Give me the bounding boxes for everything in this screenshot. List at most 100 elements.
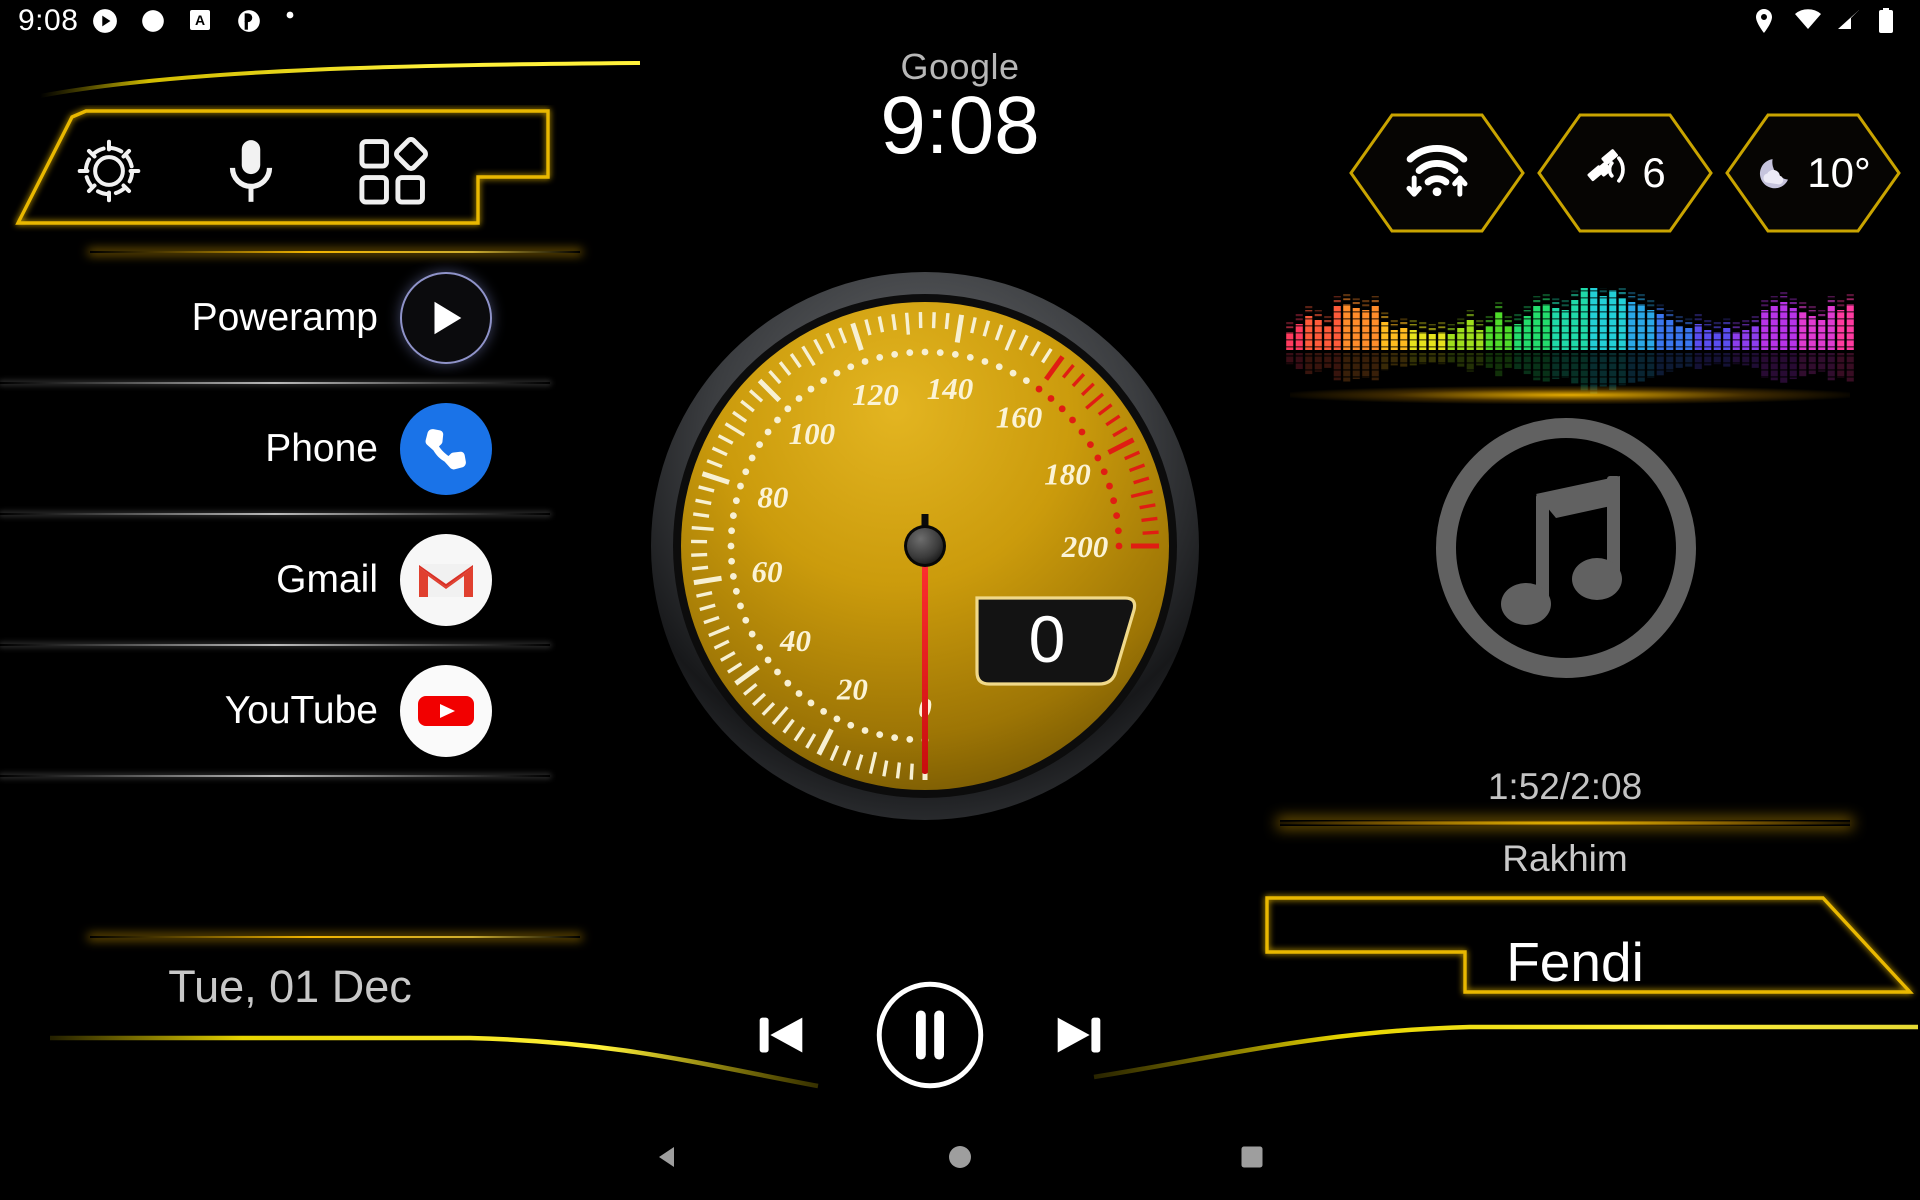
visualizer-bar [1343, 304, 1351, 350]
visualizer-bar-reflection [1628, 353, 1636, 383]
visualizer-bar [1846, 304, 1854, 350]
wifi-data-icon [1406, 144, 1468, 197]
gauge-tick-label: 100 [789, 416, 836, 451]
visualizer-peak [1799, 302, 1807, 305]
clock-time: 9:08 [880, 80, 1040, 171]
visualizer-bar [1466, 320, 1474, 350]
back-button[interactable] [648, 1137, 688, 1177]
list-item-gmail[interactable]: Gmail [0, 516, 580, 643]
visualizer-bar [1428, 334, 1436, 350]
visualizer-peak [1685, 322, 1693, 325]
visualizer-peak [1362, 300, 1370, 303]
settings-gear-icon[interactable] [70, 132, 148, 210]
visualizer-bar [1609, 290, 1617, 350]
home-button[interactable] [940, 1137, 980, 1177]
visualizer-peak [1761, 300, 1769, 303]
visualizer-peak [1637, 294, 1645, 297]
list-divider [0, 381, 580, 385]
weather-temperature: 10° [1807, 149, 1871, 196]
hex-widget-gps[interactable]: 6 [1536, 112, 1714, 234]
visualizer-peak [1447, 328, 1455, 331]
visualizer-bar-reflection [1780, 353, 1788, 383]
play-pause-button[interactable] [874, 979, 986, 1091]
gauge-tick-label: 80 [757, 480, 788, 515]
visualizer-peak [1457, 322, 1465, 325]
visualizer-bar [1637, 304, 1645, 350]
visualizer-peak [1818, 314, 1826, 317]
visualizer-bar [1352, 308, 1360, 350]
previous-track-button[interactable] [750, 1004, 812, 1066]
visualizer-peak [1732, 322, 1740, 325]
visualizer-bar [1333, 306, 1341, 350]
hex-widget-wifi[interactable] [1348, 112, 1526, 234]
bottom-left-sweep-line [50, 1035, 819, 1089]
visualizer-bar [1371, 306, 1379, 350]
pause-icon [876, 981, 984, 1089]
gmail-envelope-icon[interactable] [400, 533, 492, 626]
visualizer-bar [1837, 310, 1845, 350]
speedometer-gauge[interactable]: 020406080100120140160180200 0 [645, 266, 1205, 826]
hex-widget-weather[interactable]: 10° [1724, 112, 1902, 234]
app-label: Poweramp [191, 295, 378, 339]
visualizer-peak [1428, 328, 1436, 331]
app-label: Gmail [276, 557, 378, 601]
visualizer-peak [1571, 294, 1579, 297]
visualizer-peak [1504, 316, 1512, 319]
visualizer-peak [1704, 320, 1712, 323]
clock-widget[interactable]: Google 9:08 [640, 46, 1280, 168]
visualizer-bar-reflection [1447, 353, 1455, 363]
list-item-phone[interactable]: Phone [0, 385, 580, 512]
visualizer-peak [1675, 320, 1683, 323]
visualizer-peak [1723, 322, 1731, 325]
date-divider-top [0, 935, 580, 939]
gauge-tick-label: 20 [836, 672, 868, 707]
status-bar-system-icons [1752, 8, 1904, 34]
date-label: Tue, 01 Dec [168, 961, 412, 1012]
quick-actions-icons [70, 128, 490, 214]
visualizer-peak [1561, 300, 1569, 303]
list-item-poweramp[interactable]: Poweramp [0, 254, 580, 381]
visualizer-peak [1371, 300, 1379, 303]
gauge-tick-label: 160 [996, 400, 1043, 435]
visualizer-bar [1314, 320, 1322, 350]
visualizer-peak [1552, 302, 1560, 305]
date-widget[interactable]: Tue, 01 Dec [0, 935, 580, 1013]
visualizer-bar [1533, 306, 1541, 350]
status-bar-time: 9:08 [18, 4, 79, 37]
visualizer-peak [1628, 292, 1636, 295]
speedometer-digital-value: 0 [1029, 602, 1066, 676]
visualizer-bar [1666, 320, 1674, 350]
visualizer-peak [1694, 314, 1702, 317]
phone-handset-icon[interactable] [400, 402, 492, 495]
visualizer-peak [1846, 294, 1854, 297]
svg-text:A: A [195, 12, 205, 28]
visualizer-peak [1666, 314, 1674, 317]
audio-spectrum-visualizer [1285, 288, 1855, 398]
recents-button[interactable] [1232, 1137, 1272, 1177]
visualizer-peak [1751, 316, 1759, 319]
visualizer-peak [1827, 300, 1835, 303]
visualizer-peak [1286, 322, 1294, 325]
visualizer-bar-reflection [1552, 353, 1560, 380]
status-bar: 9:08 A [0, 0, 1920, 44]
microphone-icon[interactable] [212, 132, 290, 210]
cell-signal-icon [1836, 8, 1862, 34]
track-elapsed-total: 1:52/2:08 [1487, 766, 1643, 807]
app-drawer-icon[interactable] [354, 132, 432, 210]
back-triangle-icon [659, 1147, 674, 1167]
app-label: YouTube [224, 688, 378, 732]
poweramp-play-icon[interactable] [400, 271, 492, 364]
visualizer-peak [1799, 306, 1807, 309]
gauge-tick-label: 180 [1044, 456, 1091, 491]
visualizer-bar [1495, 312, 1503, 350]
visualizer-peak [1476, 320, 1484, 323]
skip-previous-icon [759, 1017, 803, 1053]
visualizer-bar-reflection [1789, 353, 1797, 380]
visualizer-peak [1713, 322, 1721, 325]
list-item-youtube[interactable]: YouTube [0, 647, 580, 774]
car-launcher-screen: 9:08 A Google 9:08 6 10° Poweramp Phone … [0, 0, 1920, 1200]
album-art-placeholder[interactable] [1430, 412, 1702, 684]
visualizer-peak [1618, 292, 1626, 295]
gps-satellite-count: 6 [1642, 149, 1666, 196]
youtube-play-icon[interactable] [400, 664, 492, 757]
